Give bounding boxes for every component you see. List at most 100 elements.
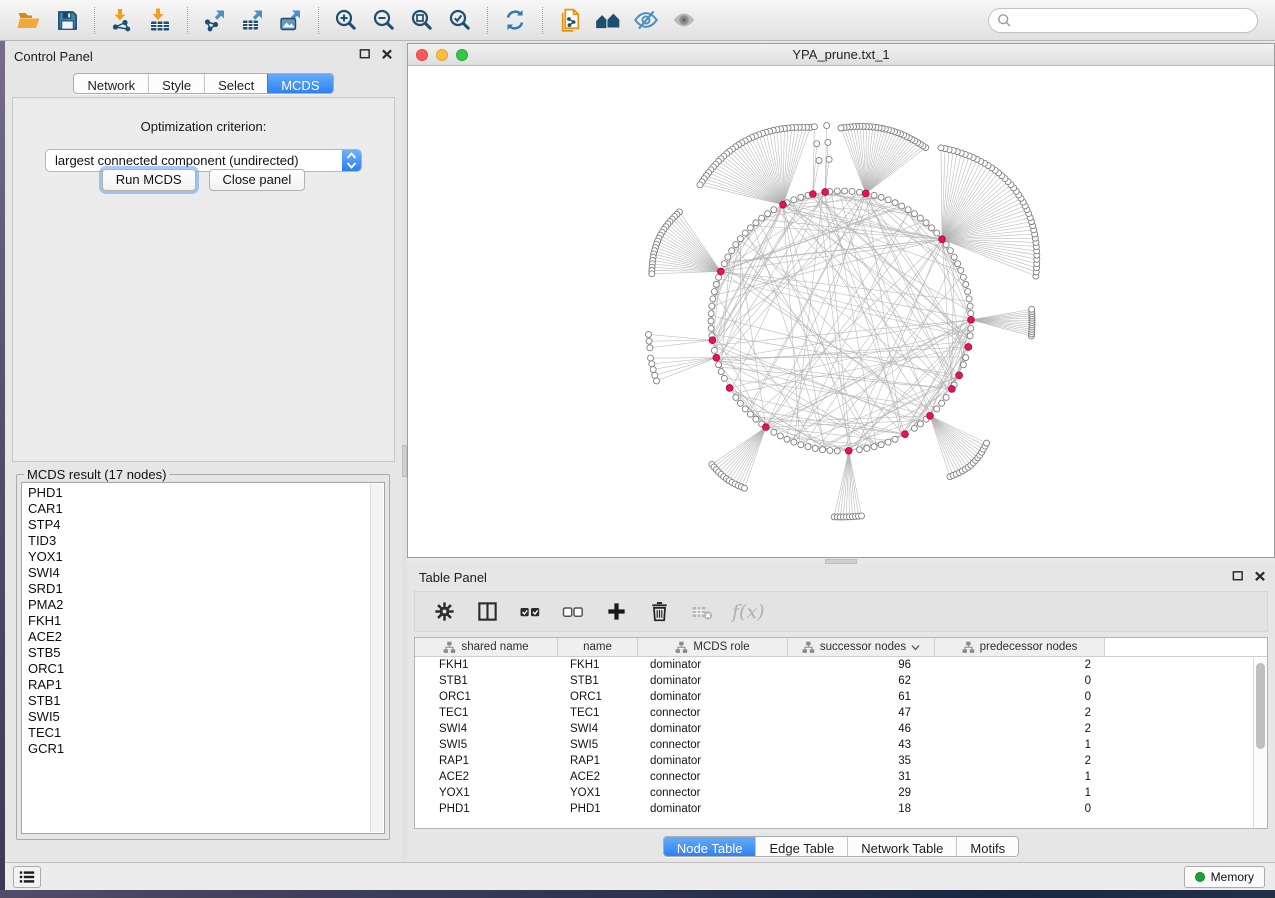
open-session-button[interactable] <box>13 4 45 36</box>
search-input[interactable] <box>1012 13 1257 29</box>
mcds-result-item[interactable]: CAR1 <box>28 501 384 517</box>
tab-node-table[interactable]: Node Table <box>664 837 756 856</box>
mcds-result-item[interactable]: STB5 <box>28 645 384 661</box>
search-field[interactable] <box>988 8 1258 33</box>
zoom-out-button[interactable] <box>368 4 400 36</box>
tab-select[interactable]: Select <box>204 74 267 93</box>
zoom-selected-button[interactable] <box>444 4 476 36</box>
export-table-icon <box>240 7 266 33</box>
scrollbar-thumb[interactable] <box>1256 663 1265 749</box>
table-cell: ACE2 <box>415 769 558 785</box>
table-cell: STB1 <box>415 673 558 689</box>
network-window-title: YPA_prune.txt_1 <box>408 44 1274 65</box>
close-panel-icon[interactable] <box>381 48 393 60</box>
table-row[interactable]: ORC1ORC1dominator610 <box>415 689 1267 705</box>
import-table-button[interactable] <box>144 4 176 36</box>
mcds-result-item[interactable]: SWI5 <box>28 709 384 725</box>
table-cell: connector <box>638 769 788 785</box>
delete-column-button[interactable] <box>646 599 672 625</box>
run-mcds-button[interactable]: Run MCDS <box>102 169 196 191</box>
table-cell: 1 <box>935 785 1105 801</box>
maximize-window-icon[interactable] <box>456 49 468 61</box>
new-network-from-selection-button[interactable] <box>554 4 586 36</box>
hide-selected-button[interactable] <box>630 4 662 36</box>
table-row[interactable]: YOX1YOX1connector291 <box>415 785 1267 801</box>
mcds-result-item[interactable]: STP4 <box>28 517 384 533</box>
table-cell: ORC1 <box>415 689 558 705</box>
mcds-result-item[interactable]: PMA2 <box>28 597 384 613</box>
show-graphics-details-button[interactable] <box>668 4 700 36</box>
float-panel-icon[interactable] <box>359 48 371 60</box>
table-settings-button[interactable] <box>431 599 457 625</box>
mcds-result-item[interactable]: YOX1 <box>28 549 384 565</box>
minimize-window-icon[interactable] <box>436 49 448 61</box>
table-row[interactable]: FKH1FKH1dominator962 <box>415 657 1267 673</box>
table-row[interactable]: SWI4SWI4dominator462 <box>415 721 1267 737</box>
show-all-button[interactable] <box>592 4 624 36</box>
table-row[interactable]: TEC1TEC1connector472 <box>415 705 1267 721</box>
trash-icon <box>648 600 671 623</box>
memory-status-icon <box>1195 872 1205 882</box>
network-window-titlebar[interactable]: YPA_prune.txt_1 <box>408 44 1274 66</box>
mcds-result-item[interactable]: TEC1 <box>28 725 384 741</box>
result-list-scrollbar[interactable] <box>370 484 383 832</box>
tab-motifs[interactable]: Motifs <box>956 837 1018 856</box>
mcds-result-item[interactable]: SRD1 <box>28 581 384 597</box>
column-header-predecessor-nodes[interactable]: predecessor nodes <box>935 638 1105 656</box>
mcds-result-item[interactable]: STB1 <box>28 693 384 709</box>
mcds-result-item[interactable]: TID3 <box>28 533 384 549</box>
mcds-result-item[interactable]: ORC1 <box>28 661 384 677</box>
network-canvas[interactable] <box>408 66 1274 557</box>
toolbar-separator <box>187 7 188 34</box>
apply-layout-button[interactable] <box>499 4 531 36</box>
mcds-result-item[interactable]: ACE2 <box>28 629 384 645</box>
tab-style[interactable]: Style <box>148 74 204 93</box>
show-column-button[interactable] <box>474 599 500 625</box>
splitter-grip[interactable] <box>825 559 857 564</box>
columns-icon <box>476 600 499 623</box>
export-image-button[interactable] <box>275 4 307 36</box>
column-header-name[interactable]: name <box>558 638 638 656</box>
close-window-icon[interactable] <box>416 49 428 61</box>
save-session-button[interactable] <box>51 4 83 36</box>
table-row[interactable]: ACE2ACE2connector311 <box>415 769 1267 785</box>
export-table-button[interactable] <box>237 4 269 36</box>
tab-mcds[interactable]: MCDS <box>267 74 332 93</box>
select-all-button[interactable] <box>517 599 543 625</box>
table-row[interactable]: SWI5SWI5connector431 <box>415 737 1267 753</box>
column-header-successor-nodes[interactable]: successor nodes <box>788 638 935 656</box>
table-cell: 96 <box>788 657 935 673</box>
add-column-button[interactable] <box>603 599 629 625</box>
tab-edge-table[interactable]: Edge Table <box>755 837 847 856</box>
horizontal-splitter[interactable] <box>407 558 1275 565</box>
delete-table-button-disabled <box>689 599 715 625</box>
table-scrollbar[interactable] <box>1253 658 1267 828</box>
deselect-all-button[interactable] <box>560 599 586 625</box>
tab-network[interactable]: Network <box>74 74 148 93</box>
mcds-result-item[interactable]: FKH1 <box>28 613 384 629</box>
close-panel-button[interactable]: Close panel <box>209 169 306 191</box>
zoom-fit-button[interactable] <box>406 4 438 36</box>
tab-network-table[interactable]: Network Table <box>847 837 956 856</box>
table-row[interactable]: RAP1RAP1dominator352 <box>415 753 1267 769</box>
table-cell: dominator <box>638 657 788 673</box>
show-panel-list-button[interactable] <box>13 866 41 888</box>
column-header-shared-name[interactable]: shared name <box>415 638 558 656</box>
select-all-icon <box>518 600 542 624</box>
mcds-result-item[interactable]: PHD1 <box>28 485 384 501</box>
network-graph[interactable] <box>408 66 1274 557</box>
mcds-result-item[interactable]: RAP1 <box>28 677 384 693</box>
table-row[interactable]: STB1STB1dominator620 <box>415 673 1267 689</box>
memory-button[interactable]: Memory <box>1184 866 1265 888</box>
float-panel-icon[interactable] <box>1232 570 1244 582</box>
export-network-button[interactable] <box>199 4 231 36</box>
mcds-result-item[interactable]: SWI4 <box>28 565 384 581</box>
status-bar: Memory <box>5 862 1275 890</box>
column-header-MCDS-role[interactable]: MCDS role <box>638 638 788 656</box>
network-view-window: YPA_prune.txt_1 <box>407 43 1275 558</box>
close-panel-icon[interactable] <box>1254 570 1266 582</box>
import-network-button[interactable] <box>106 4 138 36</box>
mcds-result-item[interactable]: GCR1 <box>28 741 384 757</box>
table-row[interactable]: PHD1PHD1dominator180 <box>415 801 1267 817</box>
zoom-in-button[interactable] <box>330 4 362 36</box>
